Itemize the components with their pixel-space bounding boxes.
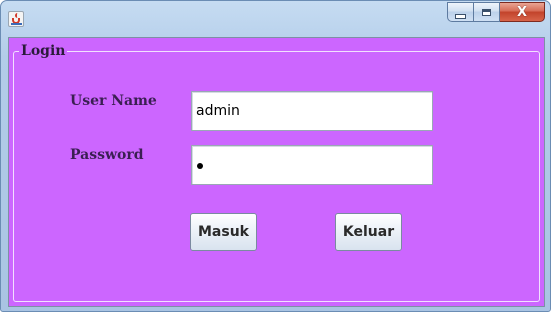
login-window: X Login User Name Password Masuk Keluar xyxy=(0,0,551,312)
group-title: Login xyxy=(19,43,68,59)
password-label: Password xyxy=(70,147,144,163)
username-field[interactable] xyxy=(191,91,433,131)
window-controls: X xyxy=(447,2,545,22)
title-bar[interactable]: X xyxy=(1,1,550,37)
close-button[interactable]: X xyxy=(500,2,545,22)
java-cup-icon[interactable] xyxy=(8,11,24,27)
maximize-icon xyxy=(482,8,491,16)
keluar-button[interactable]: Keluar xyxy=(335,213,402,251)
minimize-button[interactable] xyxy=(447,2,474,22)
minimize-icon xyxy=(455,13,466,19)
masuk-button[interactable]: Masuk xyxy=(190,213,257,251)
password-mask-dot xyxy=(197,163,203,169)
username-label: User Name xyxy=(70,93,157,109)
maximize-button[interactable] xyxy=(474,2,500,22)
close-icon: X xyxy=(516,4,528,20)
password-field[interactable] xyxy=(191,145,433,185)
content-panel: Login User Name Password Masuk Keluar xyxy=(8,37,545,307)
